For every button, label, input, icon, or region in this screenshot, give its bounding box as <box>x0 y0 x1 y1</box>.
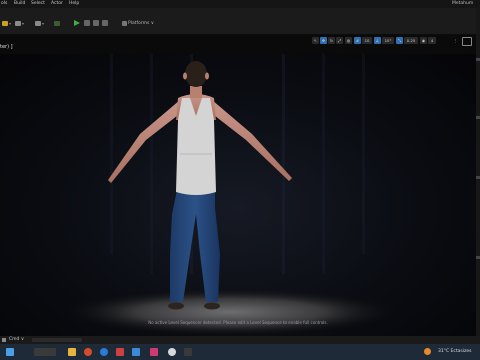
platforms-button[interactable]: Platforms ∨ <box>128 21 154 26</box>
console-input[interactable] <box>32 338 82 342</box>
rotation-snap-icon[interactable]: ∠ <box>374 37 381 44</box>
platforms-icon[interactable] <box>122 21 127 26</box>
app-icon[interactable] <box>184 348 192 356</box>
rotation-snap-value[interactable]: 10° <box>382 37 394 44</box>
right-shoe <box>204 302 220 310</box>
scroll-marker[interactable] <box>476 256 480 259</box>
jeans <box>170 190 220 302</box>
neck <box>190 86 202 98</box>
chevron-down-icon[interactable]: ▾ <box>42 21 44 26</box>
scroll-marker[interactable] <box>476 58 480 61</box>
browser-icon[interactable] <box>100 348 108 356</box>
status-bar: Cmd ∨ <box>0 336 480 344</box>
character-render <box>60 54 400 336</box>
camera-speed-value[interactable]: 4 <box>428 37 436 44</box>
menu-actor[interactable]: Actor <box>51 0 63 8</box>
folder-icon[interactable] <box>68 348 76 356</box>
maximize-icon[interactable] <box>462 37 472 46</box>
scroll-marker[interactable] <box>476 116 480 119</box>
menu-select[interactable]: Select <box>31 0 45 8</box>
photos-icon[interactable] <box>132 348 140 356</box>
viewport-title: ter) ] <box>0 44 13 50</box>
right-ear <box>205 72 209 80</box>
scroll-marker[interactable] <box>476 176 480 179</box>
curtain-background <box>110 54 365 274</box>
weather-label[interactable]: 31°C Ectasizes <box>438 349 471 354</box>
scale-snap-icon[interactable]: ⤡ <box>396 37 403 44</box>
cmd-dropdown[interactable]: Cmd ∨ <box>9 336 24 344</box>
menu-build[interactable]: Build <box>14 0 25 8</box>
console-icon[interactable] <box>2 338 6 342</box>
grid-size[interactable]: 10 <box>362 37 372 44</box>
floor-spotlight <box>60 288 400 336</box>
taskbar-search[interactable] <box>34 348 56 356</box>
left-arm <box>108 100 182 183</box>
menu-help[interactable]: Help <box>69 0 79 8</box>
content-icon[interactable] <box>15 21 21 26</box>
left-shoe <box>168 302 184 310</box>
menu-tools[interactable]: ols <box>1 0 7 8</box>
layout-icon[interactable]: ⋮ <box>452 37 459 44</box>
head <box>185 61 207 87</box>
grid-snap-icon[interactable]: # <box>354 37 361 44</box>
chevron-down-icon[interactable]: ▾ <box>9 21 11 26</box>
play-icon[interactable] <box>74 20 80 26</box>
stop-icon[interactable] <box>93 20 99 26</box>
level-viewport[interactable]: No active Level Sequencer detected. Plea… <box>0 54 476 336</box>
app-icon[interactable] <box>116 348 124 356</box>
modes-icon[interactable] <box>54 21 60 26</box>
unreal-icon[interactable] <box>168 348 176 356</box>
main-toolbar <box>0 8 480 35</box>
scale-icon[interactable]: ⤢ <box>336 37 343 44</box>
menu-bar: ols Build Select Actor Help <box>0 0 480 8</box>
step-icon[interactable] <box>84 20 90 26</box>
start-icon[interactable] <box>6 348 14 356</box>
media-icon[interactable] <box>150 348 158 356</box>
opera-icon[interactable] <box>84 348 92 356</box>
select-icon[interactable]: ↖ <box>312 37 319 44</box>
project-name: Metahum <box>452 1 474 6</box>
viewport-toolbar: ↖ ✥ ↻ ⤢ ◍ # 10 ∠ 10° ⤡ 0.25 ◉ 4 ⋮ <box>312 37 472 46</box>
left-ear <box>183 72 187 80</box>
camera-speed-icon[interactable]: ◉ <box>420 37 427 44</box>
weather-icon <box>424 348 431 355</box>
right-arm <box>210 100 292 181</box>
blueprint-icon[interactable] <box>35 21 41 26</box>
scale-snap-value[interactable]: 0.25 <box>404 37 418 44</box>
move-icon[interactable]: ✥ <box>320 37 327 44</box>
rotate-icon[interactable]: ↻ <box>328 37 335 44</box>
launch-icon[interactable] <box>102 20 108 26</box>
chevron-down-icon[interactable]: ▾ <box>22 21 24 26</box>
world-icon[interactable]: ◍ <box>345 37 352 44</box>
mode-icon[interactable] <box>2 21 8 26</box>
sequencer-notice: No active Level Sequencer detected. Plea… <box>148 320 328 325</box>
